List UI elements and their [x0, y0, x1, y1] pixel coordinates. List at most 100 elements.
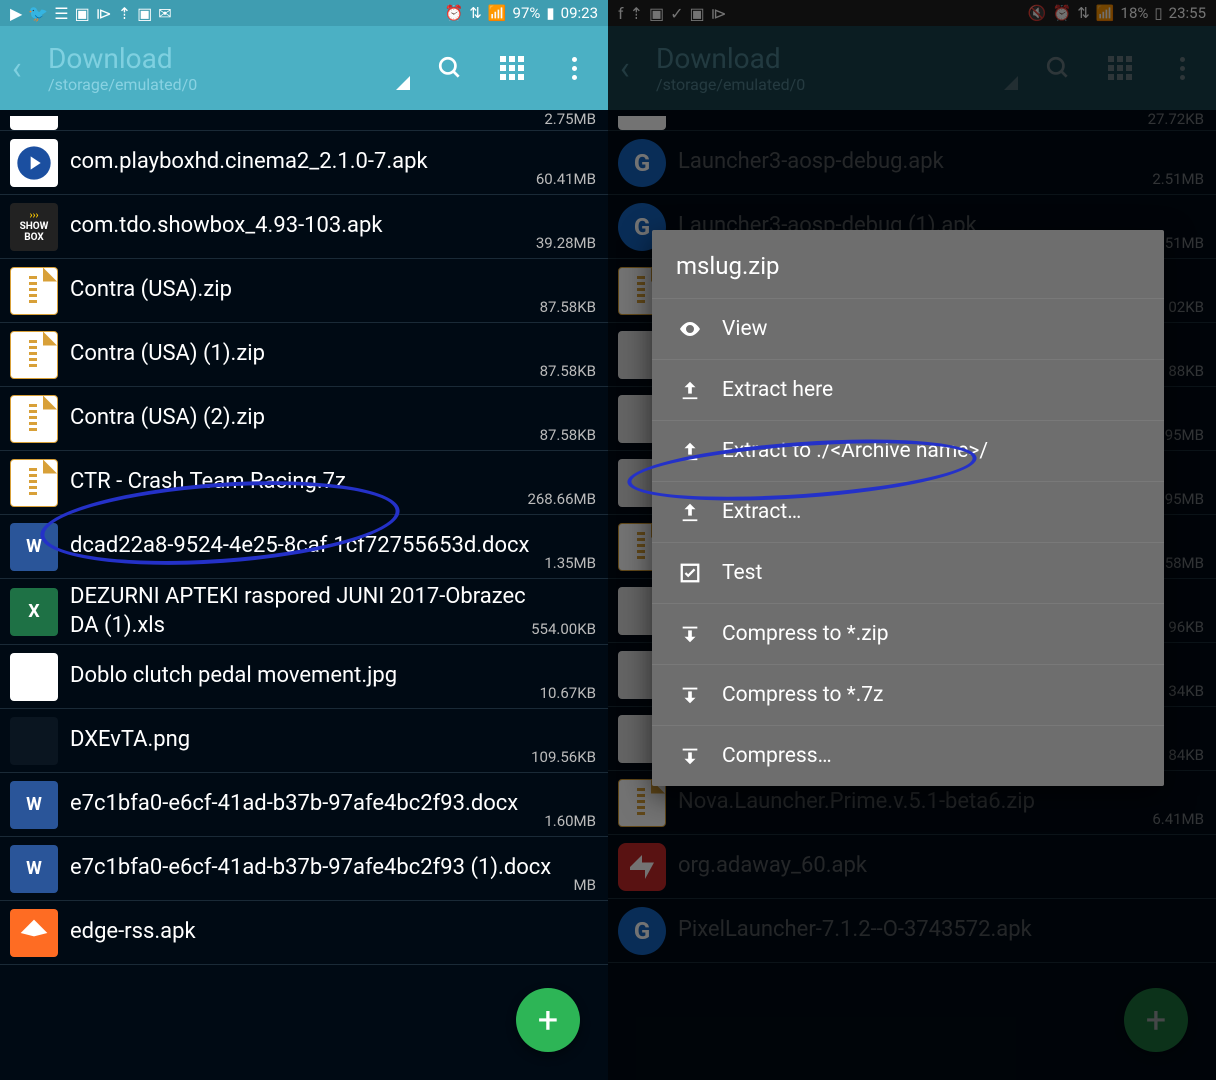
- image-icon: ▣: [137, 4, 152, 23]
- zip-icon: [10, 331, 58, 379]
- menu-item-compress-zip[interactable]: Compress to *.zip: [652, 603, 1164, 664]
- file-row[interactable]: Contra (USA) (2).zip 87.58KB: [0, 387, 608, 451]
- twitter-icon: 🐦: [28, 4, 48, 23]
- file-list[interactable]: 2.75MB com.playboxhd.cinema2_2.1.0-7.apk…: [0, 110, 608, 1080]
- file-name: DXEvTA.png: [70, 726, 531, 755]
- file-name: Contra (USA) (1).zip: [70, 340, 540, 369]
- chat-icon: ✉: [158, 4, 171, 23]
- menu-item-compress-7z[interactable]: Compress to *.7z: [652, 664, 1164, 725]
- apk-icon: [10, 139, 58, 187]
- compress-icon: [676, 745, 704, 767]
- file-size: 2.75MB: [544, 110, 596, 128]
- menu-item-label: Extract here: [722, 378, 833, 402]
- file-row[interactable]: CTR - Crash Team Racing.7z 268.66MB: [0, 451, 608, 515]
- jpg-icon: [10, 653, 58, 701]
- left-screenshot: ▶ 🐦 ☰ ▣ ⧐ ⇡ ▣ ✉ ⏰ ⇅ 📶 97% ▮ 09:23 ‹ Down…: [0, 0, 608, 1080]
- menu-item-extract[interactable]: Extract…: [652, 481, 1164, 542]
- file-row[interactable]: ›››SHOWBOX com.tdo.showbox_4.93-103.apk …: [0, 195, 608, 259]
- docx-icon: W: [10, 845, 58, 893]
- archive-icon: [10, 459, 58, 507]
- file-size: 109.56KB: [531, 748, 596, 766]
- menu-item-label: Extract…: [722, 500, 801, 524]
- file-row[interactable]: edge-rss.apk: [0, 901, 608, 965]
- file-name: com.playboxhd.cinema2_2.1.0-7.apk: [70, 148, 536, 177]
- png-icon: [10, 717, 58, 765]
- file-name: Contra (USA).zip: [70, 276, 540, 305]
- file-name: e7c1bfa0-e6cf-41ad-b37b-97afe4bc2f93.doc…: [70, 790, 544, 819]
- file-row[interactable]: W dcad22a8-9524-4e25-8caf-1cf72755653d.d…: [0, 515, 608, 579]
- youtube-icon: ▶: [10, 4, 22, 23]
- page-subtitle: /storage/emulated/0: [48, 75, 396, 94]
- xls-icon: X: [10, 588, 58, 636]
- file-row[interactable]: X DEZURNI APTEKI raspored JUNI 2017-Obra…: [0, 579, 608, 645]
- alarm-icon: ⏰: [445, 4, 464, 22]
- file-size: 87.58KB: [540, 298, 596, 316]
- file-size: 87.58KB: [540, 426, 596, 444]
- menu-item-compress[interactable]: Compress…: [652, 725, 1164, 786]
- menu-item-test[interactable]: Test: [652, 542, 1164, 603]
- menu-item-label: Test: [722, 561, 762, 585]
- play-icon: ⧐: [96, 4, 112, 23]
- file-size: 10.67KB: [540, 684, 596, 702]
- menu-item-label: Compress to *.7z: [722, 683, 883, 707]
- clock: 09:23: [561, 4, 598, 22]
- eye-icon: [676, 317, 704, 341]
- file-row[interactable]: DXEvTA.png 109.56KB: [0, 709, 608, 773]
- apk-icon: [10, 909, 58, 957]
- wifi-icon: ⇅: [469, 4, 482, 22]
- extract-icon: [676, 440, 704, 462]
- menu-icon: ☰: [54, 4, 68, 23]
- add-fab-button[interactable]: +: [516, 988, 580, 1052]
- file-name: CTR - Crash Team Racing.7z: [70, 468, 527, 497]
- file-size: 1.60MB: [544, 812, 596, 830]
- menu-item-extract-here[interactable]: Extract here: [652, 359, 1164, 420]
- file-size: 87.58KB: [540, 362, 596, 380]
- menu-item-view[interactable]: View: [652, 298, 1164, 359]
- extract-icon: [676, 379, 704, 401]
- menu-item-label: Compress…: [722, 744, 832, 768]
- zip-icon: [10, 267, 58, 315]
- menu-item-label: View: [722, 317, 767, 341]
- dropdown-indicator-icon[interactable]: [396, 76, 410, 90]
- file-row[interactable]: Doblo clutch pedal movement.jpg 10.67KB: [0, 645, 608, 709]
- file-size: MB: [574, 876, 596, 894]
- more-button[interactable]: [560, 54, 588, 82]
- file-row[interactable]: Contra (USA) (1).zip 87.58KB: [0, 323, 608, 387]
- file-name: DEZURNI APTEKI raspored JUNI 2017-Obraze…: [70, 583, 531, 640]
- right-screenshot: f ⇡ ▣ ✓ ▣ ⧐ 🔇 ⏰ ⇅ 📶 18% ▯ 23:55 ‹ Downlo…: [608, 0, 1216, 1080]
- file-row[interactable]: W e7c1bfa0-e6cf-41ad-b37b-97afe4bc2f93 (…: [0, 837, 608, 901]
- compress-icon: [676, 684, 704, 706]
- file-size: 554.00KB: [531, 620, 596, 638]
- search-button[interactable]: [436, 54, 464, 82]
- status-bar: ▶ 🐦 ☰ ▣ ⧐ ⇡ ▣ ✉ ⏰ ⇅ 📶 97% ▮ 09:23: [0, 0, 608, 26]
- docx-icon: W: [10, 781, 58, 829]
- file-size: 268.66MB: [527, 490, 596, 508]
- file-name: dcad22a8-9524-4e25-8caf-1cf72755653d.doc…: [70, 532, 544, 561]
- compress-icon: [676, 623, 704, 645]
- file-name: Doblo clutch pedal movement.jpg: [70, 662, 540, 691]
- file-icon: [10, 116, 58, 130]
- status-icons-right: ⏰ ⇅ 📶 97% ▮ 09:23: [445, 4, 598, 22]
- check-icon: [676, 562, 704, 584]
- file-name: com.tdo.showbox_4.93-103.apk: [70, 212, 536, 241]
- view-grid-button[interactable]: [498, 54, 526, 82]
- file-size: 1.35MB: [544, 554, 596, 572]
- file-row[interactable]: com.playboxhd.cinema2_2.1.0-7.apk 60.41M…: [0, 131, 608, 195]
- file-name: Contra (USA) (2).zip: [70, 404, 540, 433]
- extract-icon: [676, 501, 704, 523]
- app-bar: ‹ Download /storage/emulated/0: [0, 26, 608, 110]
- file-row[interactable]: 2.75MB: [0, 110, 608, 131]
- status-icons-left: ▶ 🐦 ☰ ▣ ⧐ ⇡ ▣ ✉: [10, 4, 172, 23]
- back-button[interactable]: ‹: [12, 49, 42, 87]
- file-size: 60.41MB: [536, 170, 596, 188]
- battery-icon: ▮: [546, 4, 554, 22]
- popup-title: mslug.zip: [652, 252, 1164, 298]
- menu-item-extract-to-archive[interactable]: Extract to ./<Archive name>/: [652, 420, 1164, 481]
- file-row[interactable]: Contra (USA).zip 87.58KB: [0, 259, 608, 323]
- context-menu-popup: mslug.zip View Extract here Extract to .…: [652, 230, 1164, 786]
- menu-item-label: Extract to ./<Archive name>/: [722, 439, 988, 463]
- file-row[interactable]: W e7c1bfa0-e6cf-41ad-b37b-97afe4bc2f93.d…: [0, 773, 608, 837]
- menu-item-label: Compress to *.zip: [722, 622, 889, 646]
- file-size: 39.28MB: [536, 234, 596, 252]
- file-name: e7c1bfa0-e6cf-41ad-b37b-97afe4bc2f93 (1)…: [70, 854, 574, 883]
